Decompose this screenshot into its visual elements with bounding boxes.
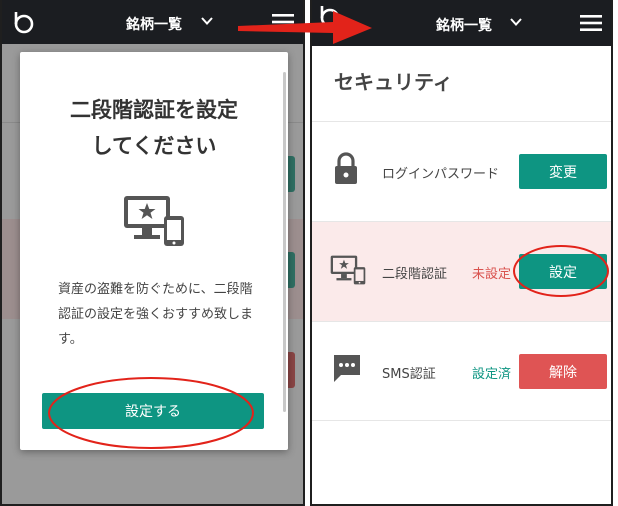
disable-sms-button[interactable]: 解除 <box>519 354 607 389</box>
dialog-scrollbar[interactable] <box>283 72 286 412</box>
menu-icon[interactable] <box>272 14 294 30</box>
status-badge: 未設定 <box>472 267 512 282</box>
left-screen: 銘柄一覧 二段階認証を設定 してください 資産の盗難を防ぐために、二段階認証の設… <box>0 0 305 506</box>
app-header: 銘柄一覧 <box>312 0 611 46</box>
header-title[interactable]: 銘柄一覧 <box>126 14 182 34</box>
divider <box>312 420 611 421</box>
setting-row-two-factor: 二段階認証 未設定 設定 <box>312 222 611 321</box>
header-title[interactable]: 銘柄一覧 <box>436 15 492 35</box>
dialog-message: 資産の盗難を防ぐために、二段階認証の設定を強くおすすめ致します。 <box>58 282 254 347</box>
two-factor-prompt-dialog: 二段階認証を設定 してください 資産の盗難を防ぐために、二段階認証の設定を強くお… <box>20 52 288 450</box>
status-badge: 設定済 <box>472 367 512 382</box>
lock-icon <box>335 152 357 184</box>
setting-row-sms: SMS認証 設定済 解除 <box>312 322 611 421</box>
dialog-title-line-2: してください <box>91 134 217 158</box>
dialog-title: 二段階認証を設定 してください <box>20 92 288 164</box>
right-screen: 銘柄一覧 セキュリティ ログインパスワード 変更 二段階認証 未設定 設定 SM… <box>310 0 613 506</box>
app-header: 銘柄一覧 <box>2 0 303 44</box>
dialog-title-line-1: 二段階認証を設定 <box>70 98 238 122</box>
device-star-icon <box>124 196 184 246</box>
setting-label: ログインパスワード <box>382 167 500 182</box>
change-password-button[interactable]: 変更 <box>519 154 607 189</box>
device-star-icon <box>330 255 366 285</box>
setup-two-factor-button[interactable]: 設定 <box>519 254 607 289</box>
app-logo-icon[interactable] <box>12 10 36 34</box>
setup-now-button[interactable]: 設定する <box>42 393 264 429</box>
app-logo-icon[interactable] <box>318 4 342 28</box>
menu-icon[interactable] <box>580 15 602 31</box>
chat-bubble-icon <box>334 355 360 382</box>
setting-label: SMS認証 <box>382 367 436 382</box>
chevron-down-icon[interactable] <box>201 17 213 26</box>
setting-row-login-password: ログインパスワード 変更 <box>312 122 611 221</box>
page-title: セキュリティ <box>334 70 453 94</box>
chevron-down-icon[interactable] <box>510 18 522 27</box>
setting-label: 二段階認証 <box>382 267 448 282</box>
